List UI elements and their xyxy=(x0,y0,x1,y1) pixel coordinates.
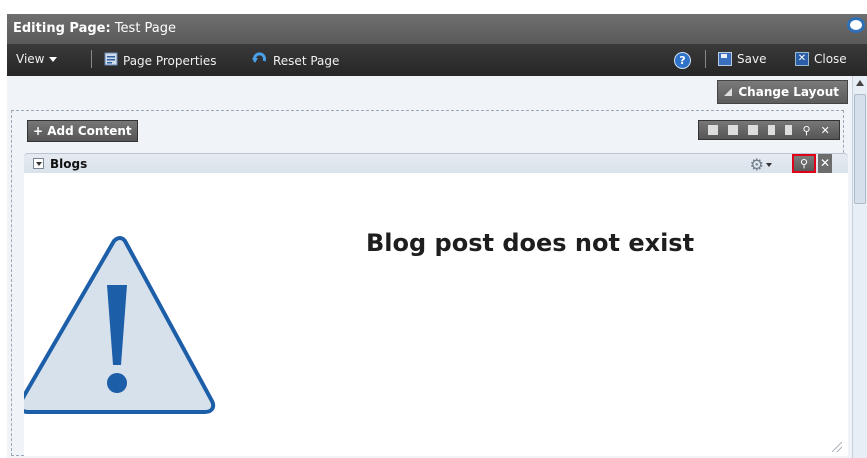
page-canvas: Change Layout + Add Content ⚲ ✕ Blogs ⚙ … xyxy=(7,76,852,458)
add-box-below-icon[interactable] xyxy=(728,125,739,135)
blogs-title: Blogs xyxy=(50,157,88,171)
view-menu[interactable]: View xyxy=(16,52,58,66)
add-box-above-icon[interactable] xyxy=(708,125,719,135)
change-layout-button[interactable]: Change Layout xyxy=(717,80,848,104)
close-label: Close xyxy=(814,52,847,66)
page-name: Test Page xyxy=(114,21,177,36)
box-wrench-icon[interactable]: ⚲ xyxy=(803,124,811,137)
view-caret-icon xyxy=(49,56,58,62)
close-icon: ✕ xyxy=(795,52,809,66)
page-properties-label: Page Properties xyxy=(123,53,217,68)
gear-caret-icon[interactable] xyxy=(766,163,772,167)
box-delete-icon[interactable]: ✕ xyxy=(821,124,830,137)
help-icon: ? xyxy=(674,52,691,69)
reset-page-label: Reset Page xyxy=(273,53,340,68)
editing-page-label: Editing Page: xyxy=(13,21,111,36)
page-properties-button[interactable]: Page Properties xyxy=(104,52,217,69)
add-content-label: + Add Content xyxy=(33,124,132,138)
box-toolbar: ⚲ ✕ xyxy=(698,120,840,140)
resize-grip-icon[interactable] xyxy=(832,442,842,452)
add-box-right-icon[interactable] xyxy=(785,125,793,135)
blogs-content: Blog post does not exist xyxy=(24,173,848,456)
separator xyxy=(91,50,92,68)
separator xyxy=(705,50,706,68)
edit-wrench-icon[interactable]: ⚲ xyxy=(792,154,816,173)
reset-page-button[interactable]: Reset Page xyxy=(252,52,339,69)
scroll-thumb[interactable] xyxy=(854,94,866,204)
gear-icon[interactable]: ⚙ xyxy=(750,155,764,174)
view-menu-label: View xyxy=(16,52,45,66)
close-button[interactable]: ✕ Close xyxy=(795,52,847,66)
change-layout-label: Change Layout xyxy=(738,85,839,99)
toolbar: View Page Properties Reset Page ? Save ✕… xyxy=(7,44,867,76)
save-button[interactable]: Save xyxy=(718,52,766,66)
help-button[interactable]: ? xyxy=(674,52,691,69)
collapse-toggle[interactable] xyxy=(33,158,44,169)
remove-icon[interactable]: ✕ xyxy=(818,154,832,173)
add-box-horizontal-icon[interactable] xyxy=(748,125,759,135)
blogs-header: Blogs ⚙ ⚲ ✕ xyxy=(24,153,848,174)
warning-icon xyxy=(24,236,216,414)
save-icon xyxy=(718,52,732,66)
page-properties-icon xyxy=(104,52,118,69)
add-box-left-icon[interactable] xyxy=(768,125,776,135)
blog-error-message: Blog post does not exist xyxy=(366,229,695,257)
change-layout-icon xyxy=(724,88,733,96)
title-bar: Editing Page: Test Page xyxy=(7,14,867,44)
scroll-up-icon[interactable] xyxy=(856,80,864,86)
reset-page-icon xyxy=(252,52,268,69)
page-title: Editing Page: Test Page xyxy=(13,21,176,36)
save-label: Save xyxy=(737,52,767,66)
oracle-logo-icon xyxy=(847,17,865,33)
vertical-scrollbar[interactable] xyxy=(852,76,867,458)
add-content-button[interactable]: + Add Content xyxy=(27,120,138,142)
